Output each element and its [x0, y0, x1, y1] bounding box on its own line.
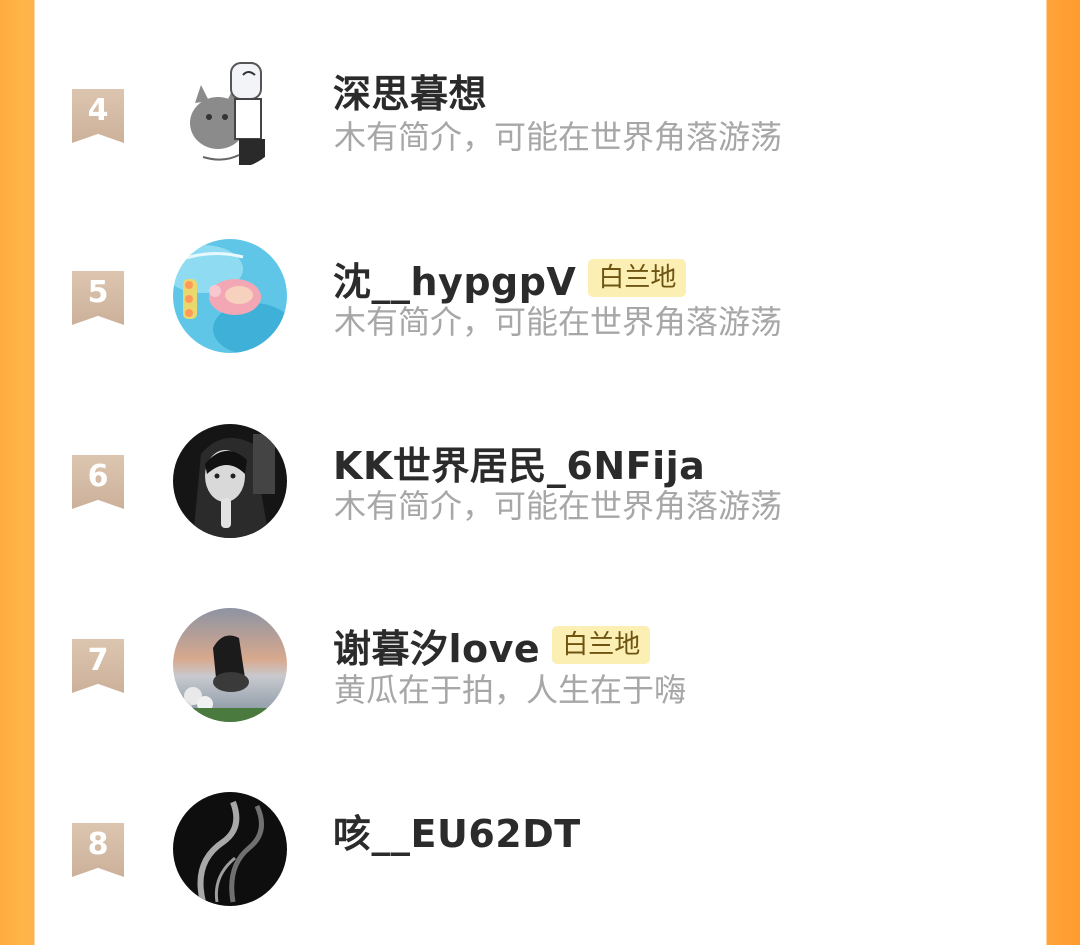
user-name[interactable]: 咳__EU62DT: [333, 803, 581, 858]
user-name-line: 咳__EU62DT: [333, 803, 581, 858]
rank-ribbon-icon: 7: [72, 639, 124, 693]
user-bio: 黄瓜在于拍，人生在于嗨: [334, 671, 687, 709]
ranking-list-panel: 4 深思暮想 木有简介，可能在世界角落游荡 5 沈__hypgpV 白兰地 木有…: [35, 0, 1045, 906]
avatar[interactable]: [173, 55, 287, 169]
avatar-image: [173, 239, 287, 353]
avatar-image: [173, 55, 287, 169]
user-name[interactable]: KK世界居民_6NFija: [333, 435, 705, 490]
ranking-row[interactable]: 6 KK世界居民_6NFija 木有简介，可能在世界角落游荡: [35, 393, 1045, 577]
user-name[interactable]: 谢暮汐love: [333, 618, 540, 673]
rank-ribbon-icon: 4: [72, 89, 124, 143]
user-bio: 木有简介，可能在世界角落游荡: [334, 487, 783, 525]
status-badge: 白兰地: [588, 259, 687, 297]
user-bio: 木有简介，可能在世界角落游荡: [334, 303, 783, 341]
rank-ribbon-icon: 6: [72, 455, 124, 509]
rank-number: 6: [87, 459, 109, 494]
rank-ribbon-icon: 8: [72, 823, 124, 877]
ranking-row[interactable]: 8 咳__EU62DT: [35, 761, 1045, 945]
avatar-image: [173, 424, 287, 538]
avatar[interactable]: [173, 239, 287, 353]
user-name-line: 沈__hypgpV 白兰地: [333, 251, 687, 306]
ranking-row[interactable]: 4 深思暮想 木有简介，可能在世界角落游荡: [35, 25, 1045, 209]
user-name-line: 谢暮汐love 白兰地: [333, 618, 651, 673]
rank-number: 4: [87, 93, 109, 128]
avatar-image: [173, 608, 287, 722]
avatar[interactable]: [173, 792, 287, 906]
user-bio: 木有简介，可能在世界角落游荡: [334, 118, 783, 156]
avatar-image: [173, 792, 287, 906]
avatar[interactable]: [173, 608, 287, 722]
rank-number: 8: [87, 827, 109, 862]
user-name-line: KK世界居民_6NFija: [333, 435, 705, 490]
rank-ribbon-icon: 5: [72, 271, 124, 325]
user-name[interactable]: 沈__hypgpV: [333, 251, 576, 306]
avatar[interactable]: [173, 424, 287, 538]
status-badge: 白兰地: [552, 626, 651, 664]
rank-number: 5: [87, 275, 109, 310]
rank-number: 7: [87, 643, 109, 678]
user-name-line: 深思暮想: [333, 63, 487, 118]
ranking-row[interactable]: 7 谢暮汐love 白兰地 黄瓜在于拍，人生在于嗨: [35, 577, 1045, 761]
user-name[interactable]: 深思暮想: [333, 63, 487, 118]
ranking-row[interactable]: 5 沈__hypgpV 白兰地 木有简介，可能在世界角落游荡: [35, 209, 1045, 393]
